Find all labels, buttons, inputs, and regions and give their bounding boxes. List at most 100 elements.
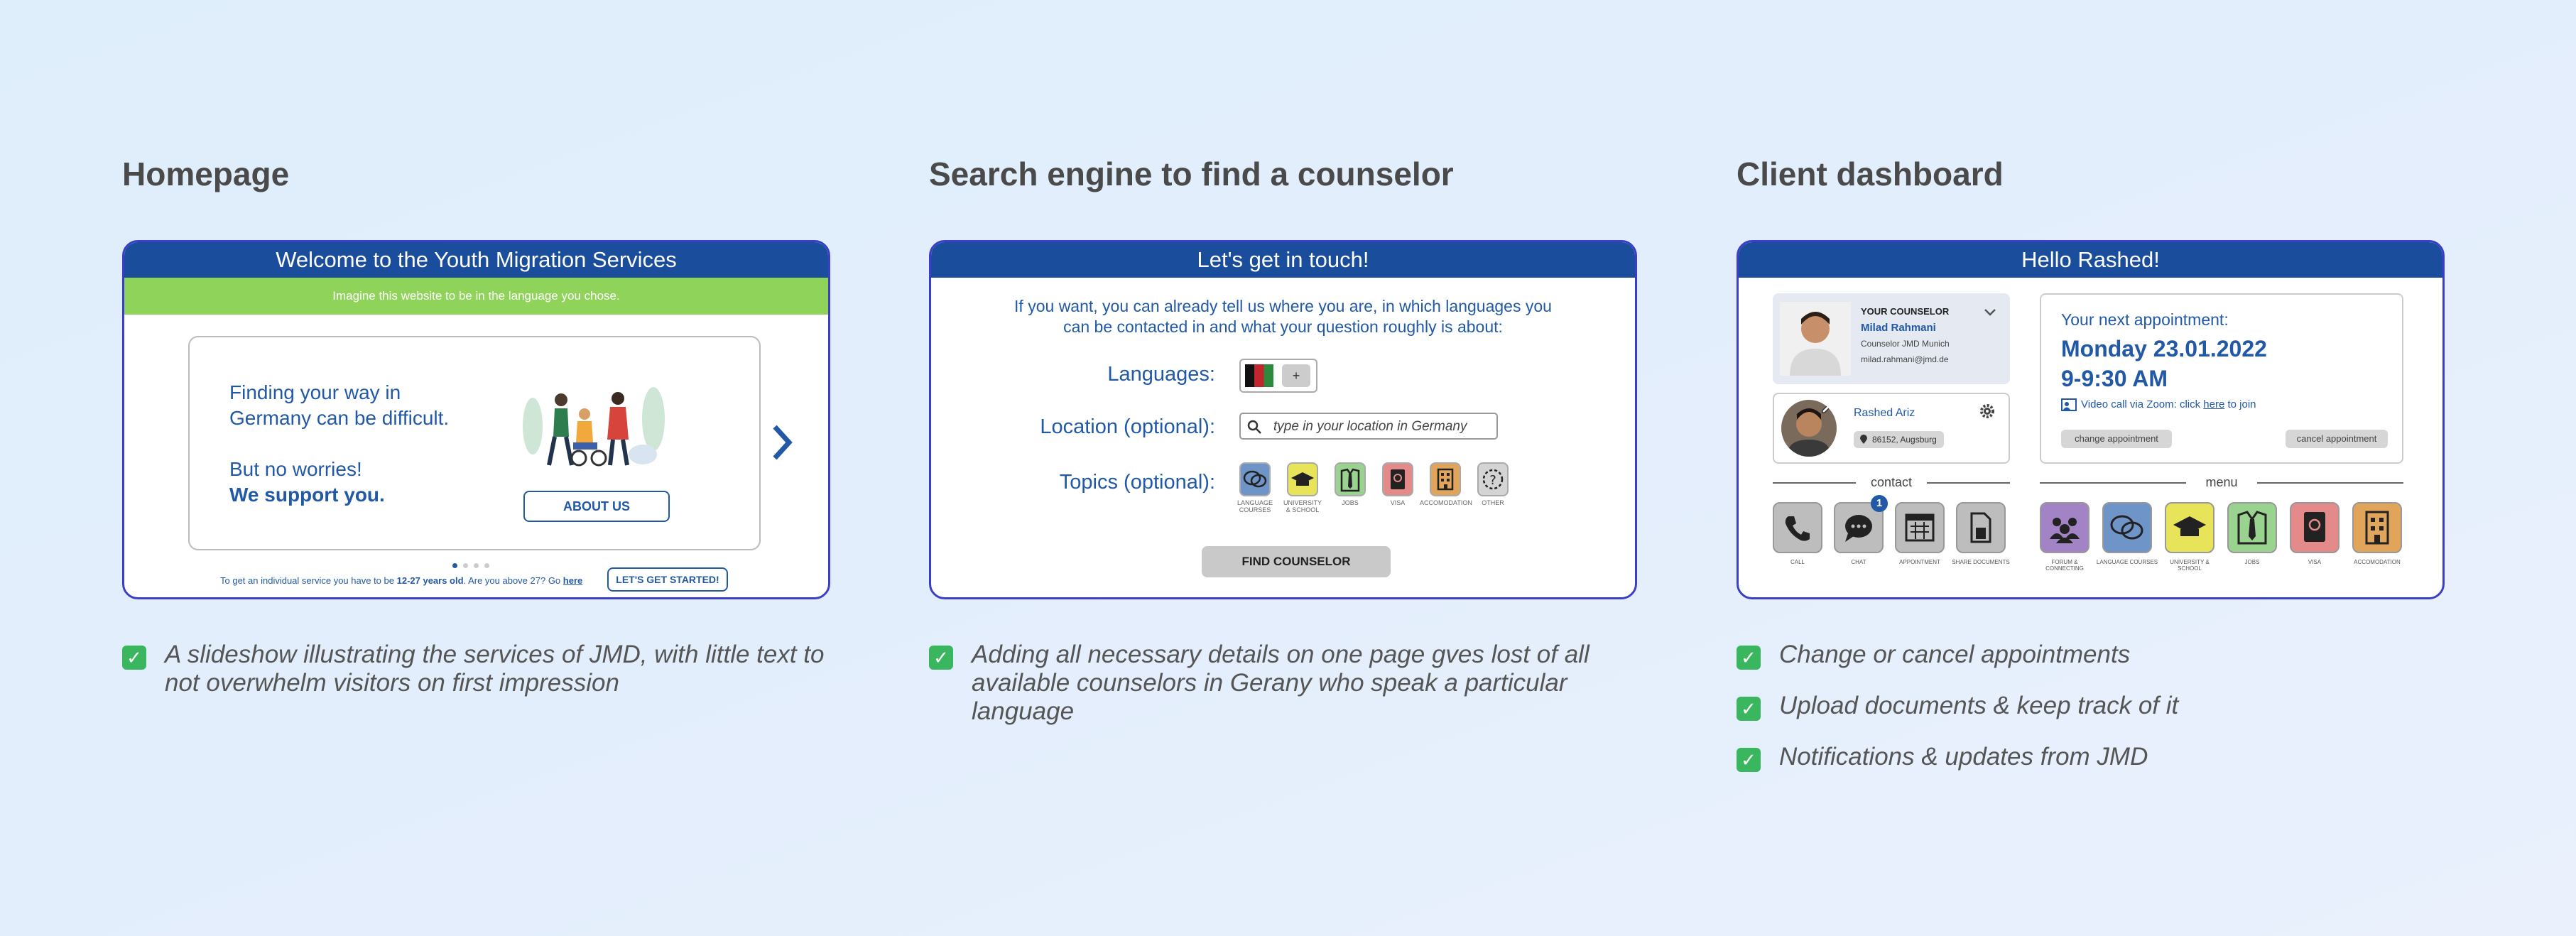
svg-text:?: ? <box>1489 473 1496 488</box>
topic-language-courses[interactable] <box>1239 462 1271 496</box>
client-location-pill: 86152, Augsburg <box>1854 431 1944 448</box>
menu-jobs[interactable] <box>2227 502 2277 553</box>
get-started-button[interactable]: LET'S GET STARTED! <box>607 567 728 592</box>
slide-text-line1: Finding your way in <box>229 381 401 403</box>
graduation-cap-icon <box>2173 516 2206 536</box>
appointment-date: Monday 23.01.2022 <box>2061 336 2267 361</box>
column-title: Search engine to find a counselor <box>929 156 1454 192</box>
chevron-down-icon[interactable] <box>1983 308 1997 317</box>
languages-label: Languages: <box>1107 363 1215 386</box>
change-appointment-button[interactable]: change appointment <box>2061 430 2172 448</box>
shirt-tie-icon <box>2237 511 2267 545</box>
topic-jobs[interactable] <box>1335 462 1366 496</box>
location-label: Location (optional): <box>1040 415 1215 438</box>
location-placeholder: type in your location in Germany <box>1273 419 1467 434</box>
topic-accomodation[interactable] <box>1430 462 1461 496</box>
language-selector[interactable]: + <box>1239 359 1317 393</box>
menu-divider: menu <box>2040 475 2403 490</box>
about-us-button[interactable]: ABOUT US <box>523 491 670 522</box>
above-27-link[interactable]: here <box>563 575 582 586</box>
homepage-screenshot: Welcome to the Youth Migration Services … <box>122 240 830 599</box>
check-icon: ✓ <box>1737 697 1761 721</box>
topic-label: LANGUAGE COURSES <box>1237 499 1273 513</box>
people-illustration <box>508 366 678 472</box>
client-card: Rashed Ariz 86152, Augsburg <box>1773 393 2010 464</box>
flag-icon <box>1245 364 1273 387</box>
cancel-appointment-button[interactable]: cancel appointment <box>2286 430 2388 448</box>
menu-row: FORUM & CONNECTING LANGUAGE COURSES UNIV… <box>2040 502 2409 580</box>
contact-row: CALL 1 CHAT APPOINTMENT SHARE DOCUMENTS <box>1773 495 2010 580</box>
column-title: Client dashboard <box>1737 156 2004 192</box>
appointment-button[interactable] <box>1895 502 1945 553</box>
topic-university[interactable] <box>1287 462 1318 496</box>
people-icon <box>2050 518 2080 543</box>
speech-bubbles-icon <box>2110 515 2143 540</box>
gear-icon[interactable] <box>1979 403 1996 420</box>
slide-text-line4: We support you. <box>229 484 385 506</box>
menu-language-courses[interactable] <box>2102 502 2152 553</box>
note-item: ✓ Change or cancel appointments <box>1737 641 2443 670</box>
menu-forum[interactable] <box>2040 502 2089 553</box>
topic-visa[interactable] <box>1382 462 1413 496</box>
note-item: ✓ Adding all necessary details on one pa… <box>929 641 1636 726</box>
menu-university[interactable] <box>2165 502 2214 553</box>
menu-accomodation[interactable] <box>2352 502 2402 553</box>
topic-label: ACCOMODATION <box>1420 499 1472 506</box>
topic-other[interactable]: ? <box>1477 462 1509 496</box>
counselor-avatar <box>1780 302 1851 376</box>
edit-pencil-icon[interactable] <box>1820 401 1834 415</box>
note-item: ✓ Upload documents & keep track of it <box>1737 692 2443 721</box>
passport-icon <box>1391 469 1405 489</box>
check-icon: ✓ <box>929 646 953 670</box>
homepage-notes: ✓ A slideshow illustrating the services … <box>122 641 829 720</box>
counselor-name: Milad Rahmani <box>1861 322 1936 334</box>
age-notice: To get an individual service you have to… <box>220 575 583 586</box>
share-documents-button[interactable] <box>1956 502 2006 553</box>
location-search-input[interactable]: type in your location in Germany <box>1239 413 1498 440</box>
menu-visa[interactable] <box>2290 502 2339 553</box>
video-call-line: Video call via Zoom: click here to join <box>2061 398 2256 412</box>
homepage-header: Welcome to the Youth Migration Services <box>124 242 828 278</box>
find-counselor-button[interactable]: FIND COUNSELOR <box>1202 546 1391 577</box>
question-icon: ? <box>1482 469 1504 490</box>
homepage-column: Homepage Welcome to the Youth Migration … <box>122 149 830 697</box>
appointment-card: Your next appointment: Monday 23.01.2022… <box>2040 293 2403 464</box>
contact-divider: contact <box>1773 475 2010 490</box>
slide-dots[interactable] <box>452 559 495 568</box>
search-intro: If you want, you can already tell us whe… <box>1014 297 1552 336</box>
note-item: ✓ Notifications & updates from JMD <box>1737 743 2443 772</box>
topic-label: UNIVERSITY & SCHOOL <box>1283 499 1322 513</box>
client-avatar[interactable] <box>1781 400 1837 457</box>
next-appointment-label: Your next appointment: <box>2061 310 2229 329</box>
appointment-time: 9-9:30 AM <box>2061 366 2168 391</box>
next-slide-arrow[interactable] <box>768 421 796 464</box>
topic-label: OTHER <box>1482 499 1504 506</box>
passport-icon <box>2304 512 2325 542</box>
check-icon: ✓ <box>122 646 146 670</box>
client-name: Rashed Ariz <box>1854 407 1915 419</box>
language-notice: Imagine this website to be in the langua… <box>124 278 828 315</box>
topic-label: VISA <box>1390 499 1406 506</box>
counselor-card[interactable]: YOUR COUNSELOR Milad Rahmani Counselor J… <box>1773 293 2010 384</box>
graduation-cap-icon <box>1291 472 1314 486</box>
dashboard-notes: ✓ Change or cancel appointments ✓ Upload… <box>1737 641 2443 794</box>
dashboard-column: Client dashboard Hello Rashed! YOUR COUN… <box>1737 149 2445 772</box>
document-icon <box>1970 512 1991 543</box>
call-button[interactable] <box>1773 502 1822 553</box>
check-icon: ✓ <box>1737 748 1761 772</box>
phone-icon <box>1785 516 1810 541</box>
topic-label: JOBS <box>1342 499 1359 506</box>
search-notes: ✓ Adding all necessary details on one pa… <box>929 641 1636 749</box>
slide-text-line2: Germany can be difficult. <box>229 407 450 429</box>
building-icon <box>2365 511 2389 545</box>
add-language-button[interactable]: + <box>1282 364 1310 387</box>
zoom-link[interactable]: here <box>2203 398 2224 410</box>
dashboard-header: Hello Rashed! <box>1739 242 2442 278</box>
slideshow-card: Finding your way in Germany can be diffi… <box>188 336 761 550</box>
search-column: Search engine to find a counselor Let's … <box>929 149 1637 725</box>
chevron-right-icon <box>773 425 793 460</box>
building-icon <box>1437 468 1454 491</box>
shirt-tie-icon <box>1340 468 1360 492</box>
slide-text-line3: But no worries! <box>229 458 362 480</box>
search-screenshot: Let's get in touch! If you want, you can… <box>929 240 1637 599</box>
